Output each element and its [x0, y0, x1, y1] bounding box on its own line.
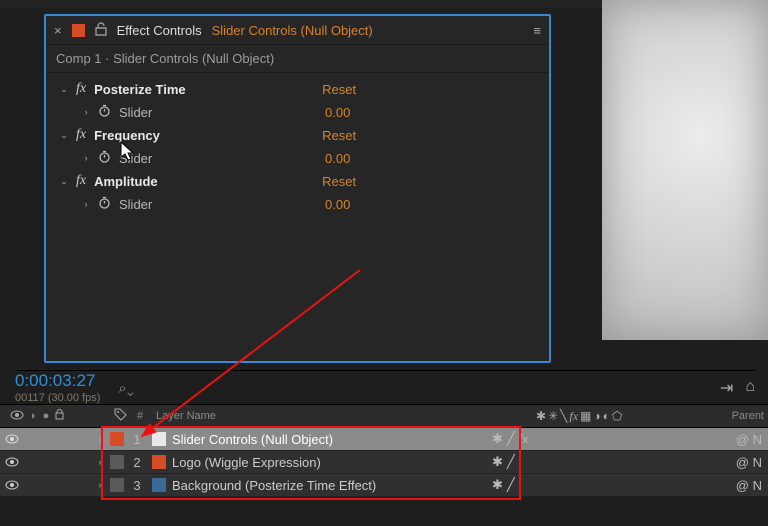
- twirl-down-icon[interactable]: ⌄: [60, 130, 68, 141]
- null-object-icon: [152, 432, 166, 446]
- fx-badge-icon[interactable]: fx: [76, 81, 86, 97]
- twirl-right-icon[interactable]: ›: [94, 457, 106, 467]
- layer-row[interactable]: › 3 Background (Posterize Time Effect) ✱…: [0, 474, 768, 497]
- visibility-toggle[interactable]: [0, 455, 24, 470]
- collapse-switch[interactable]: ✱: [492, 477, 503, 493]
- property-name: Slider: [119, 197, 317, 212]
- layer-label-color[interactable]: [110, 455, 124, 469]
- effect-name: Frequency: [94, 128, 314, 143]
- adjustment-icon: ◐: [603, 409, 610, 424]
- panel-title-static: Effect Controls: [117, 23, 202, 38]
- fx-badge-icon[interactable]: fx: [76, 173, 86, 189]
- reset-link[interactable]: Reset: [322, 82, 356, 97]
- twirl-right-icon[interactable]: ›: [94, 434, 106, 444]
- shy-toggle-icon[interactable]: ⇥: [720, 378, 733, 398]
- twirl-down-icon[interactable]: ⌄: [60, 84, 68, 95]
- stopwatch-icon[interactable]: [98, 196, 111, 212]
- collapse-switch[interactable]: ✱: [492, 454, 503, 470]
- layer-label-color[interactable]: [110, 432, 124, 446]
- layer-column-header: ◗ ● # Layer Name ✱ ✳ ╲ fx ▦ ◑ ◐ ⬠ Parent: [0, 404, 768, 428]
- parent-pickwhip[interactable]: @ N: [736, 478, 768, 493]
- visibility-toggle[interactable]: [0, 478, 24, 493]
- render-queue-icon[interactable]: ⌂: [745, 378, 755, 398]
- timecode[interactable]: 0:00:03:27: [15, 372, 100, 391]
- effect-name: Amplitude: [94, 174, 314, 189]
- close-tab-button[interactable]: ×: [54, 23, 62, 38]
- twirl-right-icon[interactable]: ›: [82, 199, 90, 209]
- frame-blend-icon: ▦: [580, 409, 591, 424]
- search-input[interactable]: ⌕⌄: [118, 380, 133, 397]
- panel-title-dynamic: Slider Controls (Null Object): [212, 23, 373, 38]
- twirl-right-icon[interactable]: ›: [94, 480, 106, 490]
- illustrator-file-icon: [152, 455, 166, 469]
- layer-name[interactable]: Slider Controls (Null Object): [172, 432, 492, 447]
- quality-switch-icon: ╲: [560, 409, 567, 424]
- fx-switch[interactable]: fx: [519, 431, 528, 447]
- index-column-header: #: [130, 410, 150, 422]
- twirl-right-icon[interactable]: ›: [82, 107, 90, 117]
- collapse-switch[interactable]: ✱: [492, 431, 503, 447]
- twirl-down-icon[interactable]: ⌄: [60, 176, 68, 187]
- lock-icon[interactable]: [95, 22, 107, 39]
- effect-row[interactable]: ⌄ fx Frequency Reset: [46, 123, 549, 147]
- collapse-switch-icon: ✳: [548, 409, 558, 424]
- layer-name[interactable]: Background (Posterize Time Effect): [172, 478, 492, 493]
- layer-index: 2: [128, 455, 146, 470]
- effect-name: Posterize Time: [94, 82, 314, 97]
- label-color-swatch[interactable]: [72, 24, 85, 37]
- stopwatch-icon[interactable]: [98, 104, 111, 120]
- label-column-icon: [110, 408, 130, 424]
- effect-row[interactable]: ⌄ fx Amplitude Reset: [46, 169, 549, 193]
- effect-property-row[interactable]: › Slider 0.00: [46, 193, 549, 215]
- parent-pickwhip[interactable]: @ N: [736, 455, 768, 470]
- parent-column-header: Parent: [732, 410, 768, 422]
- quality-switch[interactable]: ╱: [507, 477, 515, 493]
- timeline-header: 0:00:03:27 00117 (30.00 fps) ⌕⌄ ⇥ ⌂: [15, 370, 755, 405]
- speaker-column-icon: ◗: [30, 410, 37, 422]
- quality-switch[interactable]: ╱: [507, 431, 515, 447]
- effect-property-row[interactable]: › Slider 0.00: [46, 101, 549, 123]
- property-value[interactable]: 0.00: [325, 151, 350, 166]
- layer-row[interactable]: › 2 Logo (Wiggle Expression) ✱ ╱ @ N: [0, 451, 768, 474]
- frame-fps: 00117 (30.00 fps): [15, 392, 100, 404]
- panel-menu-button[interactable]: ≡: [533, 23, 541, 38]
- property-name: Slider: [119, 105, 317, 120]
- quality-switch[interactable]: ╱: [507, 454, 515, 470]
- parent-pickwhip[interactable]: @ N: [736, 432, 768, 447]
- property-name: Slider: [119, 151, 317, 166]
- composition-preview: [602, 0, 768, 340]
- reset-link[interactable]: Reset: [322, 128, 356, 143]
- layer-index: 3: [128, 478, 146, 493]
- effect-row[interactable]: ⌄ fx Posterize Time Reset: [46, 77, 549, 101]
- panel-tab-bar: × Effect Controls Slider Controls (Null …: [46, 16, 549, 45]
- switches-column-header: ✱ ✳ ╲ fx ▦ ◑ ◐ ⬠: [536, 409, 676, 424]
- layer-index: 1: [128, 432, 146, 447]
- three-d-icon: ⬠: [612, 409, 622, 424]
- property-value[interactable]: 0.00: [325, 197, 350, 212]
- photoshop-file-icon: [152, 478, 166, 492]
- effect-property-row[interactable]: › Slider 0.00: [46, 147, 549, 169]
- layer-label-color[interactable]: [110, 478, 124, 492]
- property-value[interactable]: 0.00: [325, 105, 350, 120]
- effects-list: ⌄ fx Posterize Time Reset › Slider 0.00 …: [46, 73, 549, 219]
- stopwatch-icon[interactable]: [98, 150, 111, 166]
- layer-row[interactable]: › 1 Slider Controls (Null Object) ✱ ╱ fx…: [0, 428, 768, 451]
- layer-panel: ◗ ● # Layer Name ✱ ✳ ╲ fx ▦ ◑ ◐ ⬠ Parent…: [0, 404, 768, 497]
- effect-controls-panel: × Effect Controls Slider Controls (Null …: [44, 14, 551, 363]
- lock-column-icon: [55, 409, 64, 423]
- panel-subtitle: Comp 1 · Slider Controls (Null Object): [46, 45, 549, 73]
- fx-badge-icon[interactable]: fx: [76, 127, 86, 143]
- layer-name-column-header[interactable]: Layer Name: [150, 410, 536, 422]
- eye-column-icon: [10, 410, 24, 423]
- visibility-toggle[interactable]: [0, 432, 24, 447]
- solo-column-icon: ●: [43, 410, 50, 422]
- fx-switch-icon: fx: [569, 409, 578, 424]
- motion-blur-icon: ◑: [593, 409, 600, 424]
- reset-link[interactable]: Reset: [322, 174, 356, 189]
- layer-name[interactable]: Logo (Wiggle Expression): [172, 455, 492, 470]
- shy-switch-icon: ✱: [536, 409, 546, 424]
- twirl-right-icon[interactable]: ›: [82, 153, 90, 163]
